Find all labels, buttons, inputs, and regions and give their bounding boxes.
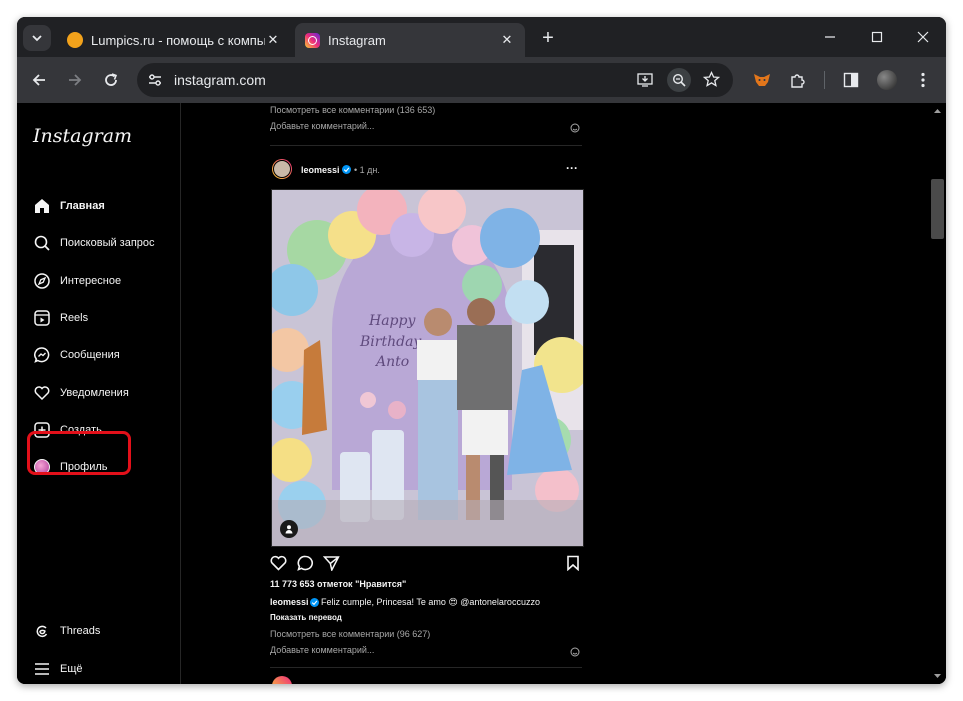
post-divider xyxy=(270,667,582,668)
close-tab-icon[interactable]: ✕ xyxy=(265,32,281,48)
minimize-button[interactable] xyxy=(815,25,845,49)
chevron-down-icon xyxy=(32,35,42,42)
post-username[interactable]: leomessi xyxy=(301,165,340,175)
minimize-icon xyxy=(825,36,835,38)
verified-badge-icon xyxy=(310,598,319,607)
sidebar-item-more[interactable]: Ещё xyxy=(33,656,83,682)
heart-icon xyxy=(33,384,51,402)
post-time: • 1 дн. xyxy=(354,165,380,175)
lumpics-favicon xyxy=(67,32,83,48)
tab-instagram[interactable]: Instagram ✕ xyxy=(295,23,525,57)
next-post-avatar[interactable] xyxy=(272,676,292,684)
like-icon[interactable] xyxy=(270,555,287,576)
menu-icon xyxy=(33,660,51,678)
maximize-button[interactable] xyxy=(862,25,892,49)
arrow-left-icon xyxy=(32,74,45,86)
save-bookmark-icon[interactable] xyxy=(566,555,580,576)
sidebar-item-threads[interactable]: Threads xyxy=(33,618,100,644)
tab-title: Instagram xyxy=(328,32,386,48)
close-tab-icon[interactable]: ✕ xyxy=(499,32,515,48)
emoji-icon[interactable] xyxy=(570,644,580,662)
site-info-icon[interactable] xyxy=(147,72,163,93)
new-tab-button[interactable]: + xyxy=(537,27,559,49)
likes-count[interactable]: 11 773 653 отметок "Нравится" xyxy=(270,579,406,589)
more-options-icon[interactable]: ··· xyxy=(566,161,578,175)
caption-username[interactable]: leomessi xyxy=(270,597,309,607)
show-translation-link[interactable]: Показать перевод xyxy=(270,613,342,622)
bookmark-star-icon[interactable] xyxy=(702,70,721,93)
scroll-up-icon[interactable] xyxy=(929,105,946,117)
sidebar-item-label: Уведомления xyxy=(60,387,129,399)
post-author-avatar[interactable] xyxy=(272,159,292,179)
sidebar-item-messages[interactable]: Сообщения xyxy=(33,342,120,368)
view-comments-link[interactable]: Посмотреть все комментарии (96 627) xyxy=(270,629,430,639)
profile-highlight-frame xyxy=(27,431,131,475)
threads-icon xyxy=(33,622,51,640)
scroll-down-icon[interactable] xyxy=(929,670,946,682)
view-comments-link[interactable]: Посмотреть все комментарии (136 653) xyxy=(270,105,435,115)
toolbar-divider xyxy=(824,71,825,89)
home-icon xyxy=(33,197,51,215)
profile-avatar-icon[interactable] xyxy=(875,68,899,92)
browser-toolbar: instagram.com xyxy=(17,57,946,103)
address-bar[interactable]: instagram.com xyxy=(137,63,733,97)
reload-button[interactable] xyxy=(99,68,123,92)
maximize-icon xyxy=(871,31,883,43)
reload-icon xyxy=(105,73,118,86)
forward-button[interactable] xyxy=(63,68,87,92)
reels-icon xyxy=(33,309,51,327)
post-divider xyxy=(270,145,582,146)
add-comment-input[interactable]: Добавьте комментарий... xyxy=(270,645,374,655)
browser-window: Lumpics.ru - помощь с компьютером ✕ Inst… xyxy=(17,17,946,684)
sidebar-item-explore[interactable]: Интересное xyxy=(33,268,121,294)
comment-icon[interactable] xyxy=(297,555,314,576)
tab-lumpics[interactable]: Lumpics.ru - помощь с компьютером ✕ xyxy=(57,23,291,57)
sidebar-item-reels[interactable]: Reels xyxy=(33,305,88,331)
sidebar-item-label: Threads xyxy=(60,625,101,637)
instagram-page: Instagram Главная Поисковый запрос Интер… xyxy=(17,103,946,684)
post-caption: Feliz cumple, Princesa! Te amo 😍 @antone… xyxy=(321,597,540,607)
emoji-icon[interactable] xyxy=(570,120,580,138)
sidebar-item-notifications[interactable]: Уведомления xyxy=(33,380,129,406)
sidebar-item-search[interactable]: Поисковый запрос xyxy=(33,230,155,256)
close-window-button[interactable] xyxy=(908,25,938,49)
messenger-icon xyxy=(33,346,51,364)
sidebar-item-home[interactable]: Главная xyxy=(33,193,105,219)
install-app-icon[interactable] xyxy=(637,72,655,93)
tab-search-button[interactable] xyxy=(23,25,51,51)
sidebar-item-label: Ещё xyxy=(60,663,83,675)
tab-strip: Lumpics.ru - помощь с компьютером ✕ Inst… xyxy=(17,17,946,57)
sidebar-item-label: Главная xyxy=(60,200,105,212)
sidebar-item-label: Reels xyxy=(60,312,89,324)
tagged-people-icon[interactable] xyxy=(280,520,298,538)
compass-icon xyxy=(33,272,51,290)
arrow-right-icon xyxy=(69,74,82,86)
sidebar-item-label: Поисковый запрос xyxy=(60,237,155,249)
instagram-favicon xyxy=(305,32,320,48)
share-icon[interactable] xyxy=(322,555,340,576)
side-panel-icon[interactable] xyxy=(839,68,863,92)
search-icon xyxy=(33,234,51,252)
sidebar-item-label: Интересное xyxy=(60,275,122,287)
metamask-extension-icon[interactable] xyxy=(750,68,774,92)
sidebar-item-label: Сообщения xyxy=(60,349,120,361)
post-image[interactable]: Happy Birthday Anto xyxy=(271,189,584,547)
back-button[interactable] xyxy=(27,68,51,92)
add-comment-input[interactable]: Добавьте комментарий... xyxy=(270,121,374,131)
sidebar: Instagram Главная Поисковый запрос Интер… xyxy=(17,103,181,684)
browser-menu-icon[interactable] xyxy=(911,68,935,92)
birthday-photo: Happy Birthday Anto xyxy=(272,190,583,546)
tab-title: Lumpics.ru - помощь с компьютером xyxy=(91,32,265,48)
zoom-icon[interactable] xyxy=(667,68,691,92)
extensions-puzzle-icon[interactable] xyxy=(786,68,810,92)
url-text: instagram.com xyxy=(174,72,266,88)
close-icon xyxy=(917,31,929,43)
verified-badge-icon xyxy=(342,165,351,174)
instagram-logo[interactable]: Instagram xyxy=(33,125,132,147)
scrollbar-thumb[interactable] xyxy=(931,179,944,239)
